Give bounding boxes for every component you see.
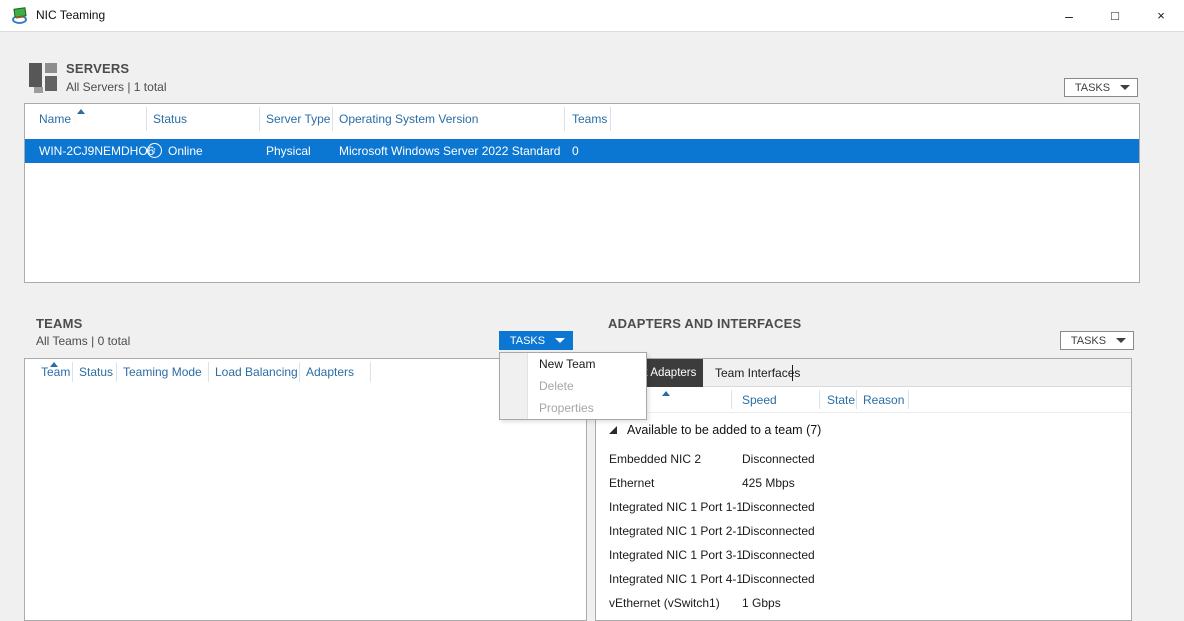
chevron-down-icon [1116,338,1126,343]
adapter-row[interactable]: Embedded NIC 2 Disconnected [596,447,1131,471]
group-expanded-icon[interactable] [609,426,617,434]
servers-col-server-type[interactable]: Server Type [266,104,330,134]
adapters-col-speed[interactable]: Speed [742,387,777,412]
adapter-name: Integrated NIC 1 Port 1-1 [609,495,743,519]
focus-caret [792,365,793,381]
column-divider[interactable] [856,390,857,409]
online-up-arrow-icon: ↑ [147,143,162,158]
menu-item-new-team[interactable]: New Team [500,353,646,375]
server-status: Online [168,139,203,163]
servers-col-teams[interactable]: Teams [572,104,607,134]
sort-ascending-icon [662,391,670,396]
adapter-row[interactable]: vEthernet (vSwitch1) 1 Gbps [596,591,1131,615]
adapter-row[interactable]: Integrated NIC 1 Port 4-1 Disconnected [596,567,1131,591]
teams-col-status[interactable]: Status [79,359,113,385]
adapter-speed: 1 Gbps [742,591,781,615]
adapters-col-state[interactable]: State [827,387,855,412]
teams-tasks-menu: New Team Delete Properties [499,352,647,420]
column-divider[interactable] [819,390,820,409]
adapter-speed: 425 Mbps [742,471,795,495]
window-controls: – □ × [1046,0,1184,31]
adapter-name: Integrated NIC 1 Port 2-1 [609,519,743,543]
nic-teaming-app-icon [12,8,30,24]
adapters-tasks-label: TASKS [1061,335,1116,347]
adapters-col-reason[interactable]: Reason [863,387,904,412]
servers-col-name[interactable]: Name [39,104,71,134]
server-type: Physical [266,139,311,163]
menu-item-delete[interactable]: Delete [500,375,646,397]
column-divider[interactable] [146,107,147,131]
adapter-speed: Disconnected [742,495,815,519]
adapter-speed: Disconnected [742,567,815,591]
servers-grid-panel: Name Status Server Type Operating System… [24,103,1140,283]
servers-grid-header: Name Status Server Type Operating System… [25,104,1139,134]
sort-ascending-icon [77,109,85,114]
adapter-group-label: Available to be added to a team (7) [627,423,821,437]
window-title: NIC Teaming [36,8,105,22]
adapter-name: Ethernet [609,471,654,495]
teams-heading: TEAMS [36,316,83,331]
servers-icon [28,61,60,93]
column-divider[interactable] [299,362,300,382]
adapter-speed: Disconnected [742,519,815,543]
servers-col-os-version[interactable]: Operating System Version [339,104,478,134]
adapter-name: vEthernet (vSwitch1) [609,591,720,615]
column-divider[interactable] [370,362,371,382]
adapters-panel: Network Adapters Team Interfaces Speed S… [595,358,1132,621]
chevron-down-icon [1120,85,1130,90]
column-divider[interactable] [208,362,209,382]
column-divider[interactable] [332,107,333,131]
adapters-grid-header: Speed State Reason [596,387,1131,413]
maximize-icon: □ [1111,8,1119,23]
adapters-tab-bar: Network Adapters Team Interfaces [596,359,1131,387]
adapter-name: Embedded NIC 2 [609,447,701,471]
adapter-group-row[interactable]: Available to be added to a team (7) [596,417,1131,443]
adapter-name: Integrated NIC 1 Port 3-1 [609,543,743,567]
adapter-name: Integrated NIC 1 Port 4-1 [609,567,743,591]
servers-heading: SERVERS [66,61,129,76]
adapter-row[interactable]: Ethernet 425 Mbps [596,471,1131,495]
servers-col-status[interactable]: Status [153,104,187,134]
column-divider[interactable] [259,107,260,131]
server-name: WIN-2CJ9NEMDHO6 [39,139,154,163]
adapters-tasks-button[interactable]: TASKS [1060,331,1134,350]
teams-col-teaming-mode[interactable]: Teaming Mode [123,359,202,385]
teams-col-adapters[interactable]: Adapters [306,359,354,385]
column-divider[interactable] [72,362,73,382]
servers-tasks-label: TASKS [1065,82,1120,94]
maximize-button[interactable]: □ [1092,0,1138,31]
server-row-selected[interactable]: WIN-2CJ9NEMDHO6 ↑ Online Physical Micros… [25,139,1139,163]
adapter-row[interactable]: Integrated NIC 1 Port 2-1 Disconnected [596,519,1131,543]
teams-col-load-balancing[interactable]: Load Balancing [215,359,298,385]
tab-team-interfaces[interactable]: Team Interfaces [711,359,804,387]
teams-col-team[interactable]: Team [41,359,70,385]
adapter-row[interactable]: Integrated NIC 1 Port 1-1 Disconnected [596,495,1131,519]
servers-tasks-button[interactable]: TASKS [1064,78,1138,97]
adapters-heading: ADAPTERS AND INTERFACES [608,316,801,331]
teams-tasks-button[interactable]: TASKS [499,331,573,350]
servers-subtitle: All Servers | 1 total [66,80,167,94]
adapter-speed: Disconnected [742,543,815,567]
column-divider[interactable] [116,362,117,382]
column-divider[interactable] [908,390,909,409]
title-bar: NIC Teaming – □ × [0,0,1184,32]
column-divider[interactable] [564,107,565,131]
nic-teaming-window: NIC Teaming – □ × SERVERS All Servers | … [0,0,1184,621]
menu-item-properties[interactable]: Properties [500,397,646,419]
close-button[interactable]: × [1138,0,1184,31]
close-icon: × [1157,8,1165,23]
server-os-version: Microsoft Windows Server 2022 Standard [339,139,560,163]
minimize-icon: – [1065,8,1073,24]
column-divider[interactable] [610,107,611,131]
server-teams-count: 0 [572,139,579,163]
column-divider[interactable] [731,390,732,409]
adapter-row[interactable]: Integrated NIC 1 Port 3-1 Disconnected [596,543,1131,567]
chevron-down-icon [555,338,565,343]
minimize-button[interactable]: – [1046,0,1092,31]
teams-tasks-label: TASKS [500,335,555,347]
adapter-speed: Disconnected [742,447,815,471]
teams-subtitle: All Teams | 0 total [36,334,130,348]
